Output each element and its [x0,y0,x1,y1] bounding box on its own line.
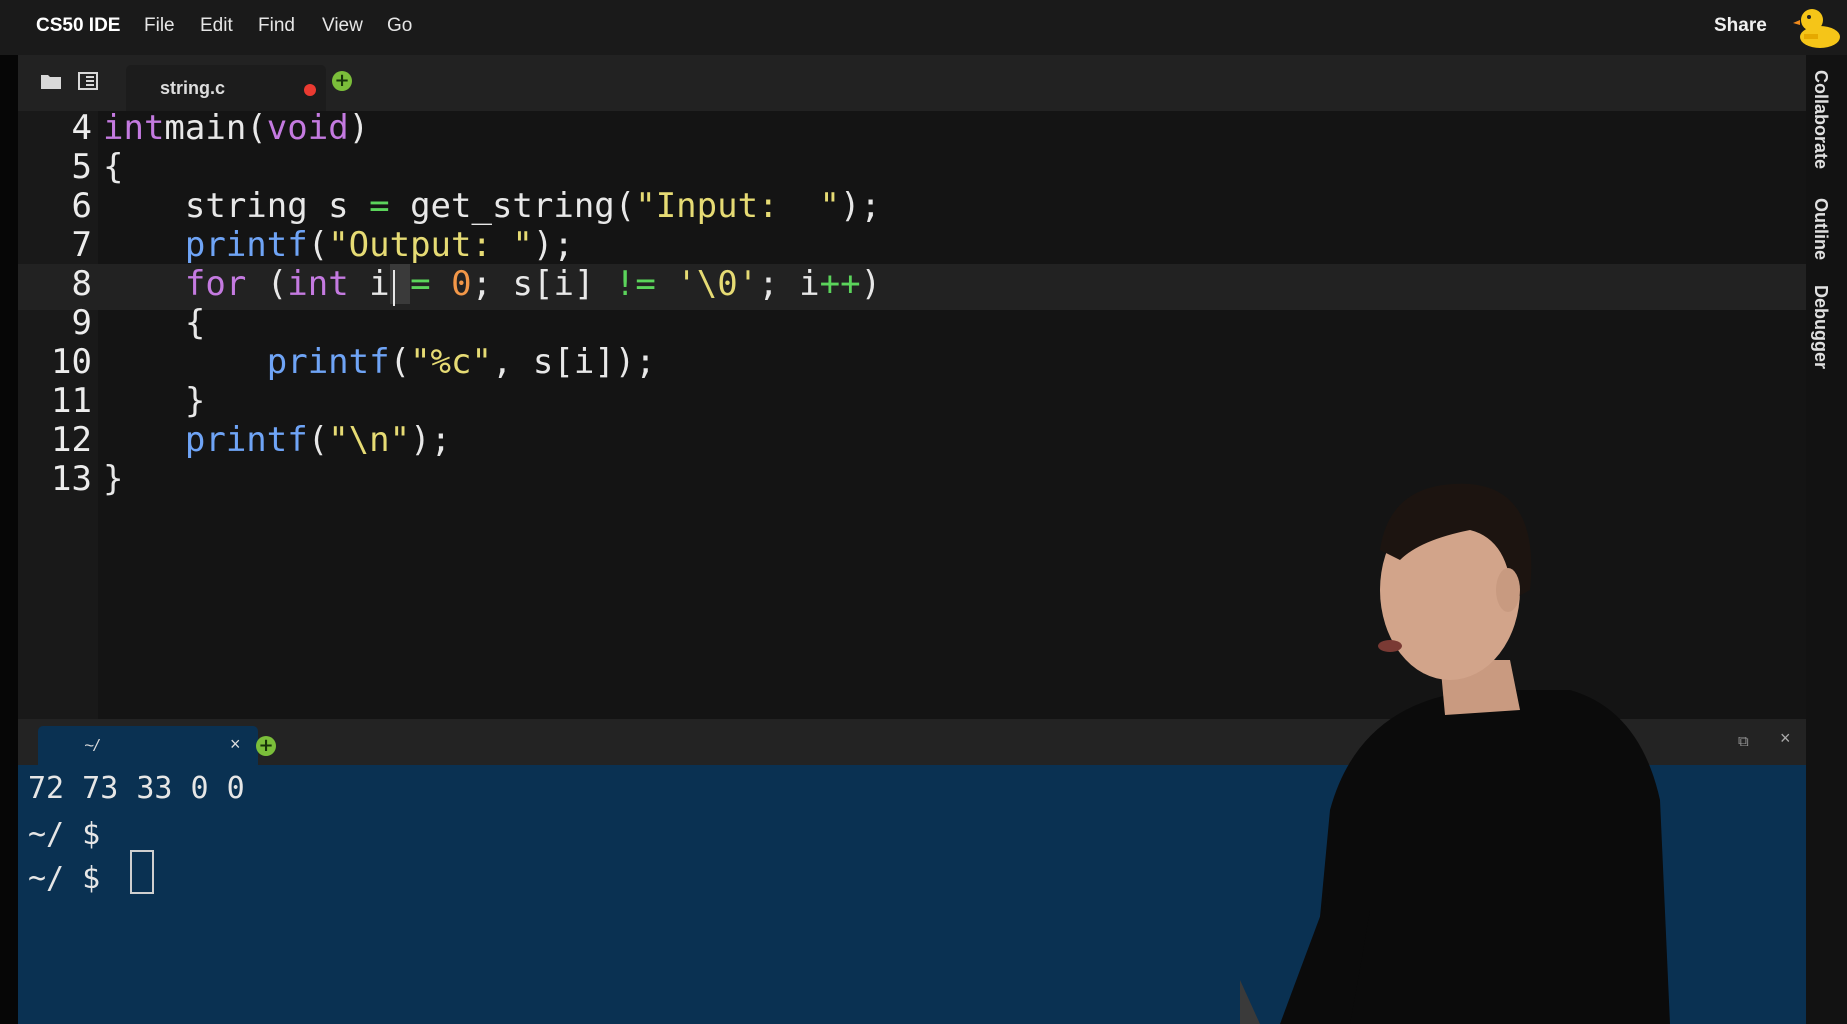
code-token: ; i [758,264,820,304]
terminal-cursor [130,850,154,894]
code-text: } [103,456,123,502]
menu-file[interactable]: File [144,15,175,37]
terminal-output-line: 72 73 33 0 0 [28,771,245,806]
code-token: ; [471,264,493,304]
unsaved-indicator-icon[interactable] [304,84,316,96]
code-token: printf [184,420,308,460]
terminal-tab[interactable]: ~/ × [38,726,258,765]
terminal-tab-label: ~/ [84,736,99,755]
code-token: "%c" [410,342,492,382]
tab-outline[interactable]: Outline [1810,198,1831,260]
app-brand[interactable]: CS50 IDE [36,15,120,37]
code-token: ( [389,342,411,382]
lecturer-video-overlay [1240,483,1670,1024]
code-token: , s[i]); [491,342,656,382]
tab-debugger[interactable]: Debugger [1810,285,1831,369]
code-token: ( [307,225,329,265]
code-token: "\n" [328,420,411,460]
code-token: ); [410,420,452,460]
code-token: int [287,264,349,304]
menu-find[interactable]: Find [258,15,295,37]
new-tab-plus-icon[interactable]: + [332,71,352,91]
code-token: '\0' [676,264,759,304]
code-token: get_string( [389,186,636,226]
code-token: i [348,264,390,304]
code-token: ++ [819,264,861,304]
code-token: s[i] [492,264,615,304]
code-token: for [184,264,247,304]
editor-tab-bar: string.c + [18,55,1806,112]
code-token: ); [532,225,574,265]
code-token: != [614,264,656,304]
code-token: } [103,381,206,421]
code-token: string s [103,186,370,226]
close-icon[interactable]: × [230,734,241,755]
outline-icon[interactable] [78,71,98,91]
code-token: int [103,111,165,148]
code-token: "Output: " [328,225,533,265]
text-cursor [393,270,395,306]
menu-edit[interactable]: Edit [200,15,233,37]
code-token: { [103,147,124,187]
code-token: main( [164,111,267,148]
code-token: printf [266,342,390,382]
code-token: ); [839,186,881,226]
code-token: } [103,459,124,499]
code-token: ( [307,420,329,460]
terminal-prompt-line: ~/ $ [28,817,101,852]
share-button[interactable]: Share [1714,15,1767,37]
right-side-panel: Collaborate Outline Debugger [1806,55,1847,1024]
menu-bar: CS50 IDE File Edit Find View Go Share [0,0,1847,55]
tab-collaborate[interactable]: Collaborate [1810,70,1831,169]
new-terminal-plus-icon[interactable]: + [256,736,276,756]
code-token: 0 [451,264,472,304]
tab-string-c[interactable]: string.c [126,65,326,111]
rubber-duck-icon[interactable] [1792,4,1842,50]
left-edge-strip [0,55,18,1024]
code-token: ) [348,111,370,148]
code-token: = [369,186,390,226]
menu-view[interactable]: View [322,15,363,37]
folder-icon[interactable] [40,72,62,90]
terminal-prompt-line: ~/ $ [28,861,101,896]
code-token: ) [860,264,882,304]
line-number: 13 [51,459,92,499]
code-token: "Input: " [635,186,840,226]
code-token: = [410,264,431,304]
code-token: void [266,111,349,148]
menu-go[interactable]: Go [387,15,412,37]
tab-filename: string.c [160,78,226,98]
code-token: { [103,303,206,343]
code-token: ( [246,264,288,304]
code-token: printf [184,225,308,265]
